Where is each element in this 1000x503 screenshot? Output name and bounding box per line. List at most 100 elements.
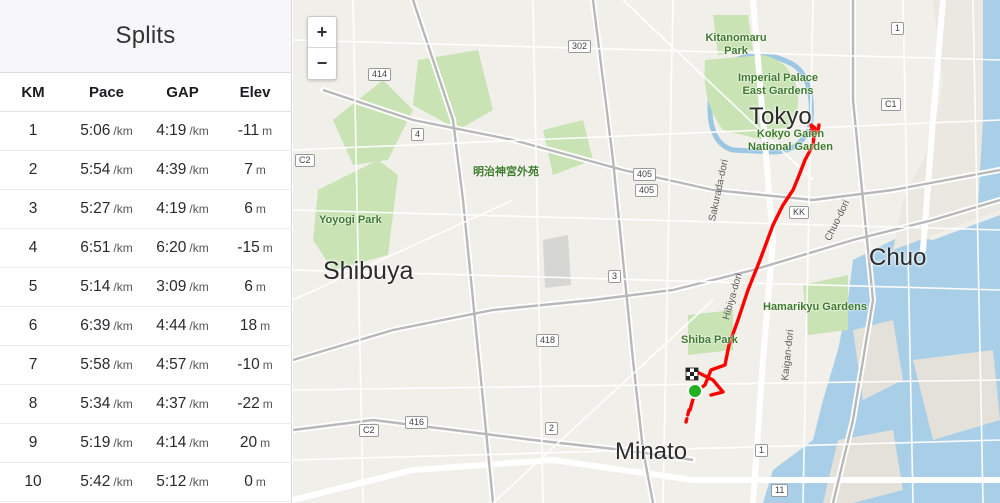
split-km: 7 [0,345,66,385]
split-gap-unit: /km [189,163,209,177]
split-gap-unit: /km [189,202,209,216]
split-elev-value: 7 [244,161,253,178]
area-label-shibuya: Shibuya [323,257,414,285]
split-pace-value: 5:27 [80,200,111,217]
split-pace-value: 5:42 [80,473,111,490]
split-pace-value: 5:58 [80,356,111,373]
split-elev-value: 18 [239,317,258,334]
split-pace-unit: /km [113,436,133,450]
splits-panel: Splits KM Pace GAP Elev 1 5:06/km 4:19/km -… [0,0,292,503]
route-shield: 1 [891,22,905,35]
split-pace-value: 6:39 [80,317,111,334]
split-gap: 4:37/km [147,384,218,424]
split-pace: 5:34/km [66,384,147,424]
split-elev-value: 6 [244,200,253,217]
zoom-out-button[interactable]: − [308,48,336,78]
route-shield: 11 [771,484,789,497]
route-shield: 405 [635,184,659,197]
split-row: 1 5:06/km 4:19/km -11 m [0,111,292,151]
split-pace: 5:58/km [66,345,147,385]
split-km-value: 6 [28,317,38,334]
split-km: 5 [0,267,66,307]
start-marker-icon [687,383,703,399]
split-elev-unit: m [255,202,266,216]
park-label-shiba: Shiba Park [681,334,738,346]
split-elev-value: -10 [237,356,260,373]
column-header-pace: Pace [66,73,147,112]
route-shield: 1 [755,444,769,457]
zoom-in-button[interactable]: + [308,17,336,48]
park-label-meiji-jingu-gaien: 明治神宮外苑 [473,166,539,178]
park-label-hamarikyu: Hamarikyu Gardens [763,301,867,313]
split-elev-value: 20 [239,434,258,451]
splits-table: KM Pace GAP Elev 1 5:06/km 4:19/km -11 m 2 5:5… [0,73,292,502]
route-shield: 302 [568,40,592,53]
split-elev-value: 0 [244,473,253,490]
splits-header: Splits [0,0,291,73]
split-pace-unit: /km [113,475,133,489]
split-gap: 4:14/km [147,423,218,463]
split-gap: 4:19/km [147,111,218,151]
split-gap: 5:12/km [147,462,218,502]
split-elev: 18 m [218,306,292,346]
park-label-kokyo-gaien: Kokyo Gaien National Garden [748,128,833,153]
split-km-value: 1 [28,122,38,139]
split-elev-value: -11 [237,122,260,139]
split-gap-value: 4:44 [156,317,187,334]
split-km: 8 [0,384,66,424]
split-elev-unit: m [262,124,273,138]
route-shield: KK [789,206,810,219]
split-elev: 0m [218,462,292,502]
split-elev: 20 m [218,423,292,463]
split-gap-value: 6:20 [156,239,187,256]
split-pace-value: 5:19 [80,434,111,451]
split-row: 9 5:19/km 4:14/km 20 m [0,423,292,463]
route-map[interactable]: + − Tokyo Shibuya Chuo Minato Kitanomaru… [293,0,1000,503]
split-pace: 5:14/km [66,267,147,307]
split-gap-value: 4:57 [156,356,187,373]
split-pace: 5:06/km [66,111,147,151]
split-row: 6 6:39/km 4:44/km 18 m [0,306,292,346]
split-gap: 3:09/km [147,267,218,307]
split-km-value: 7 [28,356,38,373]
split-km-value: 8 [28,395,38,412]
park-label-yoyogi: Yoyogi Park [319,214,382,226]
area-label-tokyo: Tokyo [749,103,812,130]
split-gap-value: 4:37 [156,395,187,412]
split-km: 4 [0,228,66,268]
split-pace-value: 6:51 [80,239,111,256]
split-km-value: 9 [28,434,38,451]
split-pace: 5:19/km [66,423,147,463]
split-pace: 6:39/km [66,306,147,346]
split-pace-unit: /km [113,397,133,411]
split-gap-value: 4:14 [156,434,187,451]
split-pace-unit: /km [113,241,133,255]
split-pace: 5:27/km [66,189,147,229]
split-gap: 6:20/km [147,228,218,268]
split-row: 7 5:58/km 4:57/km -10 m [0,345,292,385]
split-gap-unit: /km [189,280,209,294]
area-label-minato: Minato [615,438,688,465]
split-elev-value: -15 [237,239,260,256]
split-pace-unit: /km [113,280,133,294]
split-km: 10 [0,462,66,502]
split-km-value: 5 [28,278,38,295]
park-label-kitanomaru: Kitanomaru Park [705,32,767,57]
split-km-value: 2 [28,161,38,178]
park-label-imperial-palace: Imperial Palace East Gardens [737,72,819,97]
split-elev: -10 m [218,345,292,385]
split-gap: 4:57/km [147,345,218,385]
split-elev-unit: m [262,358,273,372]
split-km: 3 [0,189,66,229]
split-elev-unit: m [260,319,271,333]
split-pace: 5:54/km [66,150,147,190]
split-pace-unit: /km [113,124,133,138]
route-shield: 2 [545,422,559,435]
split-gap-unit: /km [189,319,209,333]
splits-header-row: KM Pace GAP Elev [0,73,292,112]
split-gap-unit: /km [189,124,209,138]
split-km-value: 10 [24,473,42,490]
split-pace: 5:42/km [66,462,147,502]
finish-flag-icon [685,367,699,381]
split-km: 1 [0,111,66,151]
